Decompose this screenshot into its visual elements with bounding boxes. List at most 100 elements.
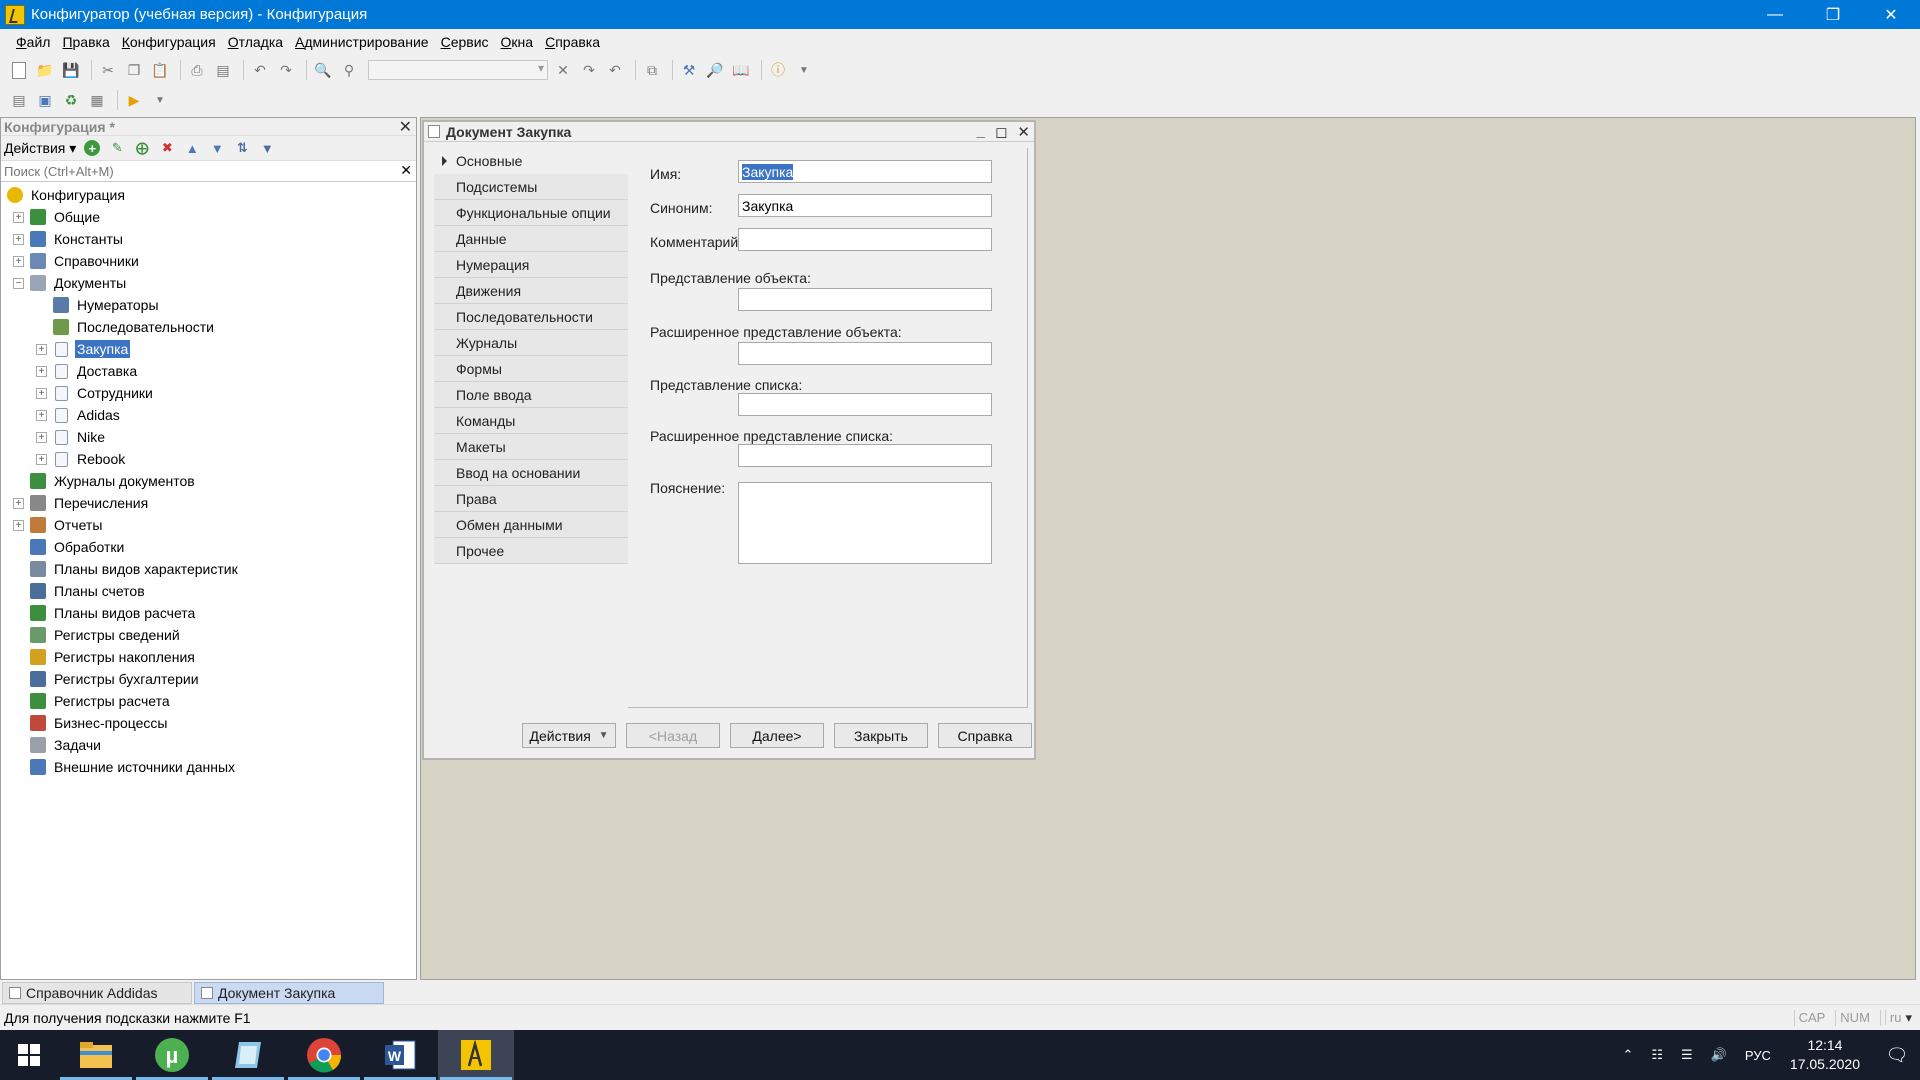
search-clear-icon[interactable]: ✕ — [400, 162, 412, 179]
nav-item[interactable]: Движения — [434, 278, 630, 304]
name-field[interactable]: Закупка — [738, 160, 992, 183]
nav-item[interactable]: Обмен данными — [434, 512, 630, 538]
nav-item[interactable]: Данные — [434, 226, 630, 252]
filter-icon[interactable]: ▼ — [259, 140, 275, 156]
tree-actions-button[interactable]: Действия ▾ — [4, 140, 76, 157]
tree-item[interactable]: Планы видов характеристик — [1, 558, 416, 580]
expand-icon[interactable]: + — [13, 497, 24, 509]
tray-chevron-icon[interactable]: ⌃ — [1622, 1047, 1633, 1063]
expand-icon[interactable]: + — [36, 365, 47, 377]
menu-debug[interactable]: Отладка — [222, 34, 289, 50]
nav-item[interactable]: Поле ввода — [434, 382, 630, 408]
run-debug-icon[interactable]: ▶ — [123, 89, 145, 111]
tree-item[interactable]: + Перечисления — [1, 492, 416, 514]
copy-icon[interactable]: ❐ — [123, 59, 145, 81]
nav-item[interactable]: Журналы — [434, 330, 630, 356]
menu-configuration[interactable]: Конфигурация — [116, 34, 222, 50]
tray-clock[interactable]: 12:14 17.05.2020 — [1790, 1036, 1860, 1074]
help-search-icon[interactable]: 🔎 — [704, 59, 726, 81]
tree-item[interactable]: − Документы — [1, 272, 416, 294]
expand-icon[interactable]: + — [13, 255, 24, 267]
tree-item[interactable]: + Сотрудники — [1, 382, 416, 404]
tree-item[interactable]: Планы счетов — [1, 580, 416, 602]
tree-item[interactable]: Внешние источники данных — [1, 756, 416, 778]
tree-item[interactable]: Бизнес-процессы — [1, 712, 416, 734]
search-combo[interactable] — [368, 60, 548, 80]
minimize-button[interactable]: — — [1746, 0, 1804, 29]
tree-item[interactable]: + Общие — [1, 206, 416, 228]
nav-item[interactable]: Команды — [434, 408, 630, 434]
tree-item[interactable]: Задачи — [1, 734, 416, 756]
sort-icon[interactable]: ⇅ — [234, 140, 250, 156]
language-indicator[interactable]: ru ▾ — [1879, 1009, 1916, 1026]
nav-item[interactable]: Права — [434, 486, 630, 512]
find-prev-icon[interactable]: ↶ — [604, 59, 626, 81]
menu-windows[interactable]: Окна — [495, 34, 540, 50]
redo-icon[interactable]: ↷ — [275, 59, 297, 81]
start-button[interactable] — [0, 1030, 58, 1080]
clear-search-icon[interactable]: ✕ — [552, 59, 574, 81]
panel-close-icon[interactable]: ✕ — [399, 117, 412, 137]
doc-maximize-button[interactable]: ◻ — [995, 123, 1007, 141]
nav-item[interactable]: Нумерация — [434, 252, 630, 278]
help-button[interactable]: Справка — [938, 723, 1032, 748]
move-up-icon[interactable]: ▲ — [184, 140, 200, 156]
extended-object-presentation-field[interactable] — [738, 342, 992, 365]
nav-item[interactable]: Макеты — [434, 434, 630, 460]
tree-item[interactable]: Нумераторы — [1, 294, 416, 316]
paste-icon[interactable]: 📋 — [149, 59, 171, 81]
tree-item[interactable]: + Adidas — [1, 404, 416, 426]
explanation-field[interactable] — [738, 482, 992, 564]
object-presentation-field[interactable] — [738, 288, 992, 311]
doc-minimize-button[interactable]: _ — [977, 123, 985, 141]
save-icon[interactable]: 💾 — [60, 59, 82, 81]
menu-edit[interactable]: Правка — [56, 34, 115, 50]
tree-item[interactable]: Конфигурация — [1, 184, 416, 206]
undo-icon[interactable]: ↶ — [249, 59, 271, 81]
syntax-helper-icon[interactable]: ⚒ — [678, 59, 700, 81]
collapse-icon[interactable]: − — [13, 277, 24, 289]
tray-wifi-icon[interactable]: ☰ — [1681, 1047, 1693, 1063]
find-next-icon[interactable]: ↷ — [578, 59, 600, 81]
print-preview-icon[interactable]: ▤ — [212, 59, 234, 81]
nav-item[interactable]: Прочее — [434, 538, 630, 564]
tree-item[interactable]: Планы видов расчета — [1, 602, 416, 624]
tree-item[interactable]: Журналы документов — [1, 470, 416, 492]
close-window-button[interactable]: Закрыть — [834, 723, 928, 748]
tree-item[interactable]: Регистры бухгалтерии — [1, 668, 416, 690]
tray-volume-icon[interactable]: 🔊 — [1711, 1047, 1727, 1063]
properties-icon[interactable]: ▦ — [86, 89, 108, 111]
tree-item[interactable]: Регистры накопления — [1, 646, 416, 668]
list-presentation-field[interactable] — [738, 393, 992, 416]
tree-item[interactable]: Регистры сведений — [1, 624, 416, 646]
tree-item[interactable]: + Отчеты — [1, 514, 416, 536]
tab-document-zakupka[interactable]: Документ Закупка — [194, 982, 384, 1004]
dropdown-arrow-icon[interactable]: ▼ — [149, 89, 171, 111]
expand-icon[interactable]: + — [36, 431, 47, 443]
tree-item[interactable]: Регистры расчета — [1, 690, 416, 712]
taskbar-explorer[interactable] — [58, 1030, 134, 1080]
taskbar-1c-configurator[interactable] — [438, 1030, 514, 1080]
new-document-icon[interactable] — [8, 59, 30, 81]
edit-icon[interactable]: ✎ — [109, 140, 125, 156]
tree-item[interactable]: Обработки — [1, 536, 416, 558]
tree-item[interactable]: + Доставка — [1, 360, 416, 382]
taskbar-notepad[interactable] — [210, 1030, 286, 1080]
tree-item[interactable]: + Константы — [1, 228, 416, 250]
config-db-icon[interactable]: ▣ — [34, 89, 56, 111]
nav-item[interactable]: Ввод на основании — [434, 460, 630, 486]
update-db-icon[interactable]: ♻ — [60, 89, 82, 111]
expand-icon[interactable]: + — [36, 343, 47, 355]
expand-icon[interactable]: + — [13, 519, 24, 531]
menu-administration[interactable]: Администрирование — [289, 34, 435, 50]
next-button[interactable]: Далее> — [730, 723, 824, 748]
tree-search-input[interactable] — [1, 163, 391, 179]
dropdown-arrow-icon[interactable]: ▼ — [793, 59, 815, 81]
add-icon[interactable]: + — [84, 140, 101, 156]
config-open-icon[interactable]: ▤ — [8, 89, 30, 111]
tree-item[interactable]: Последовательности — [1, 316, 416, 338]
expand-icon[interactable]: + — [36, 387, 47, 399]
close-button[interactable]: ✕ — [1862, 0, 1920, 29]
menu-service[interactable]: Сервис — [435, 34, 495, 50]
taskbar-chrome[interactable] — [286, 1030, 362, 1080]
